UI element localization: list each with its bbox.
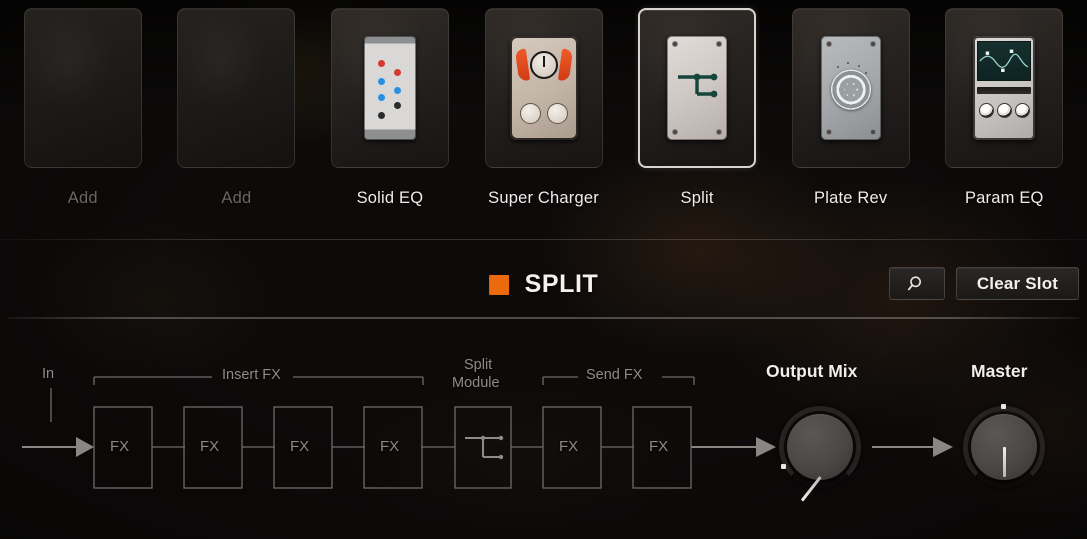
insert-fx-slot-2-label[interactable]: FX [200,438,219,455]
plate-rev-device-icon [820,36,881,140]
header-actions: Clear Slot [889,267,1079,300]
fx-slot-3-label: Solid EQ [356,189,424,207]
fx-slot-5-label: Split [680,189,714,207]
fx-slot-2-label: Add [221,189,252,207]
output-mix-label: Output Mix [766,361,858,381]
fx-slot-1[interactable]: Add [6,8,160,238]
output-mix-arrowhead [756,437,776,457]
split-routing-icon [465,436,501,459]
fx-slot-5-panel[interactable] [638,8,757,168]
fx-slot-5[interactable]: Split [620,8,774,238]
fx-slot-2-panel[interactable] [177,8,296,168]
split-module-label-line2: Module [452,375,500,391]
routing-lines [22,376,953,489]
magnifier-icon [907,275,922,290]
fx-slot-7[interactable]: Param EQ [927,8,1081,238]
slot-strip-divider [0,239,1087,240]
send-fx-label: Send FX [586,367,643,383]
insert-fx-slot-1-label[interactable]: FX [110,438,129,455]
solid-eq-device-icon [363,36,416,140]
fx-slot-4-label: Super Charger [488,189,599,207]
fx-slot-7-panel[interactable] [945,8,1064,168]
module-title-group: SPLIT [488,270,599,299]
module-title: SPLIT [524,270,599,298]
clear-slot-button[interactable]: Clear Slot [956,267,1079,300]
signal-routing-diagram: In Insert FX Split Module Send FX Output… [0,330,1087,539]
super-charger-device-icon [509,36,578,140]
param-eq-device-icon [973,36,1036,140]
input-arrowhead [76,437,94,457]
split-module-label-line1: Split [464,357,493,373]
search-button[interactable] [889,267,945,300]
master-knob[interactable] [963,404,1045,488]
fx-slot-6-panel[interactable] [791,8,910,168]
fx-slot-4[interactable]: Super Charger [467,8,621,238]
send-fx-slot-1-label[interactable]: FX [559,438,578,455]
fx-slot-2[interactable]: Add [160,8,314,238]
insert-fx-label: Insert FX [222,367,281,383]
send-fx-slot-2-label[interactable]: FX [649,438,668,455]
module-header-divider [8,317,1079,319]
split-device-icon [667,36,728,140]
fx-slot-3[interactable]: Solid EQ [313,8,467,238]
fx-slot-6[interactable]: Plate Rev [774,8,928,238]
master-label: Master [971,361,1028,381]
fx-slot-strip: Add Add Solid EQ Super Charger Split Pla… [0,0,1087,238]
output-mix-knob[interactable] [779,406,861,502]
module-header: SPLIT Clear Slot [0,258,1087,314]
module-status-badge[interactable] [488,274,509,295]
fx-slot-1-panel[interactable] [23,8,142,168]
insert-fx-slot-3-label[interactable]: FX [290,438,309,455]
fx-slot-1-label: Add [67,189,98,207]
insert-fx-slot-4-label[interactable]: FX [380,438,399,455]
fx-slot-6-label: Plate Rev [814,189,888,207]
fx-slot-3-panel[interactable] [330,8,449,168]
fx-slot-4-panel[interactable] [484,8,603,168]
input-label: In [42,366,55,382]
master-arrowhead [933,437,953,457]
fx-slot-7-label: Param EQ [964,189,1044,207]
